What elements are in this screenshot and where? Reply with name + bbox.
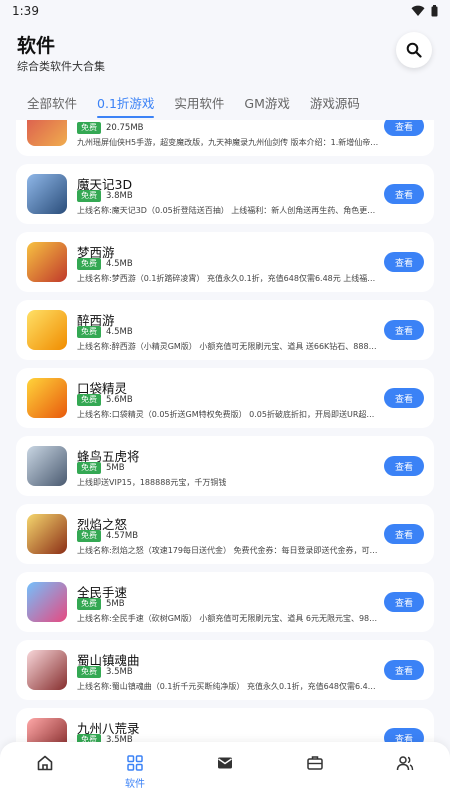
app-description: 上线名称:醉西游（小精灵GM版） 小额充值可无限刷元宝、道具 送66K钻石、88… [77,342,377,351]
view-button[interactable]: 查看 [384,184,424,204]
app-description: 上线名称:全民手速（砍树GM版） 小额充值可无限刷元宝、道具 6元无限元宝、98… [77,614,378,623]
tab-game-source[interactable]: 游戏源码 [310,84,360,120]
free-badge: 免费 [77,598,101,610]
search-icon [406,42,422,58]
bottom-nav: 软件 [0,742,450,800]
tab-gm-games[interactable]: GM游戏 [244,84,289,120]
category-tabs: 全部软件 0.1折游戏 实用软件 GM游戏 游戏源码 [0,84,450,120]
app-icon [27,446,67,486]
app-size: 4.5MB [106,327,133,337]
free-badge: 免费 [77,326,101,338]
wifi-icon [411,5,425,16]
view-button[interactable]: 查看 [384,388,424,408]
status-time: 1:39 [12,4,39,18]
app-size: 5.6MB [106,395,133,405]
app-icon [27,378,67,418]
list-item[interactable]: 烈焰之怒 免费 4.57MB 上线名称:烈焰之怒（攻速179每日送代金） 免费代… [16,504,434,564]
view-button[interactable]: 查看 [384,252,424,272]
app-size: 5MB [106,463,125,473]
app-icon [27,582,67,622]
home-icon [37,755,53,771]
list-item[interactable]: 醉西游 免费 4.5MB 上线名称:醉西游（小精灵GM版） 小额充值可无限刷元宝… [16,300,434,360]
view-button[interactable]: 查看 [384,660,424,680]
battery-icon [431,5,438,17]
app-size: 20.75MB [106,123,144,133]
list-item[interactable]: 蜀山镇魂曲 免费 3.5MB 上线名称:蜀山镇魂曲（0.1折千元买断纯净版） 充… [16,640,434,700]
nav-software[interactable]: 软件 [105,754,165,790]
app-description: 上线名称:口袋精灵（0.05折送GM特权免费版） 0.05折破底折扣，开局即送U… [77,410,375,419]
page-title: 软件 [17,35,56,57]
app-size: 5MB [106,599,125,609]
app-size: 3.5MB [106,667,133,677]
free-badge: 免费 [77,394,101,406]
app-size: 4.5MB [106,259,133,269]
free-badge: 免费 [77,122,101,134]
app-size: 3.8MB [106,191,133,201]
app-size: 4.57MB [106,531,139,541]
users-icon [396,756,414,771]
list-item[interactable]: 魔天记3D 免费 3.8MB 上线名称:魔天记3D（0.05折登陆送百抽） 上线… [16,164,434,224]
toolbox-icon [307,756,323,770]
list-item[interactable]: 口袋精灵 免费 5.6MB 上线名称:口袋精灵（0.05折送GM特权免费版） 0… [16,368,434,428]
free-badge: 免费 [77,530,101,542]
list-item[interactable]: 全民手速 免费 5MB 上线名称:全民手速（砍树GM版） 小额充值可无限刷元宝、… [16,572,434,632]
app-icon [27,174,67,214]
app-description: 上线即送VIP15，188888元宝，千万铜钱 [77,478,227,487]
search-button[interactable] [396,32,432,68]
view-button[interactable]: 查看 [384,320,424,340]
view-button[interactable]: 查看 [384,592,424,612]
nav-software-label: 软件 [125,779,145,790]
nav-users[interactable] [375,754,435,772]
page-subtitle: 综合类软件大合集 [17,60,105,73]
tab-discount-games[interactable]: 0.1折游戏 [97,84,155,120]
nav-toolbox[interactable] [285,754,345,772]
app-description: 上线名称:魔天记3D（0.05折登陆送百抽） 上线福利：新人创角送再生药、角色更… [77,206,376,215]
free-badge: 免费 [77,666,101,678]
view-button[interactable]: 查看 [384,120,424,136]
mail-icon [218,757,232,769]
status-bar: 1:39 [0,0,450,22]
nav-home[interactable] [15,754,75,772]
app-description: 上线名称:蜀山镇魂曲（0.1折千元买断纯净版） 充值永久0.1折，充值648仅需… [77,682,376,691]
app-icon [27,242,67,282]
apps-grid-icon [127,755,143,771]
app-description: 九州瑶屏仙侠H5手游，超变魔改版，九天神魔录九州仙剑传 版本介绍：1.新增仙帝… [77,138,379,147]
nav-messages[interactable] [195,754,255,772]
view-button[interactable]: 查看 [384,456,424,476]
list-item[interactable]: 免费 20.75MB 九州瑶屏仙侠H5手游，超变魔改版，九天神魔录九州仙剑传 版… [16,120,434,156]
app-icon [27,514,67,554]
view-button[interactable]: 查看 [384,524,424,544]
free-badge: 免费 [77,462,101,474]
app-list: 免费 20.75MB 九州瑶屏仙侠H5手游，超变魔改版，九天神魔录九州仙剑传 版… [0,120,450,750]
app-icon [27,310,67,350]
list-item[interactable]: 蜂鸟五虎将 免费 5MB 上线即送VIP15，188888元宝，千万铜钱 查看 [16,436,434,496]
page-header: 软件 综合类软件大合集 [0,22,450,84]
app-icon [27,120,67,146]
app-icon [27,650,67,690]
tab-utility-software[interactable]: 实用软件 [174,84,224,120]
app-description: 上线名称:梦西游（0.1折踏碎凌霄） 充值永久0.1折，充值648仅需6.48元… [77,274,376,283]
app-description: 上线名称:烈焰之怒（攻速179每日送代金） 免费代金券：每日登录即送代金券，可… [77,546,378,555]
free-badge: 免费 [77,190,101,202]
free-badge: 免费 [77,258,101,270]
tab-all-software[interactable]: 全部软件 [27,84,77,120]
list-item[interactable]: 梦西游 免费 4.5MB 上线名称:梦西游（0.1折踏碎凌霄） 充值永久0.1折… [16,232,434,292]
